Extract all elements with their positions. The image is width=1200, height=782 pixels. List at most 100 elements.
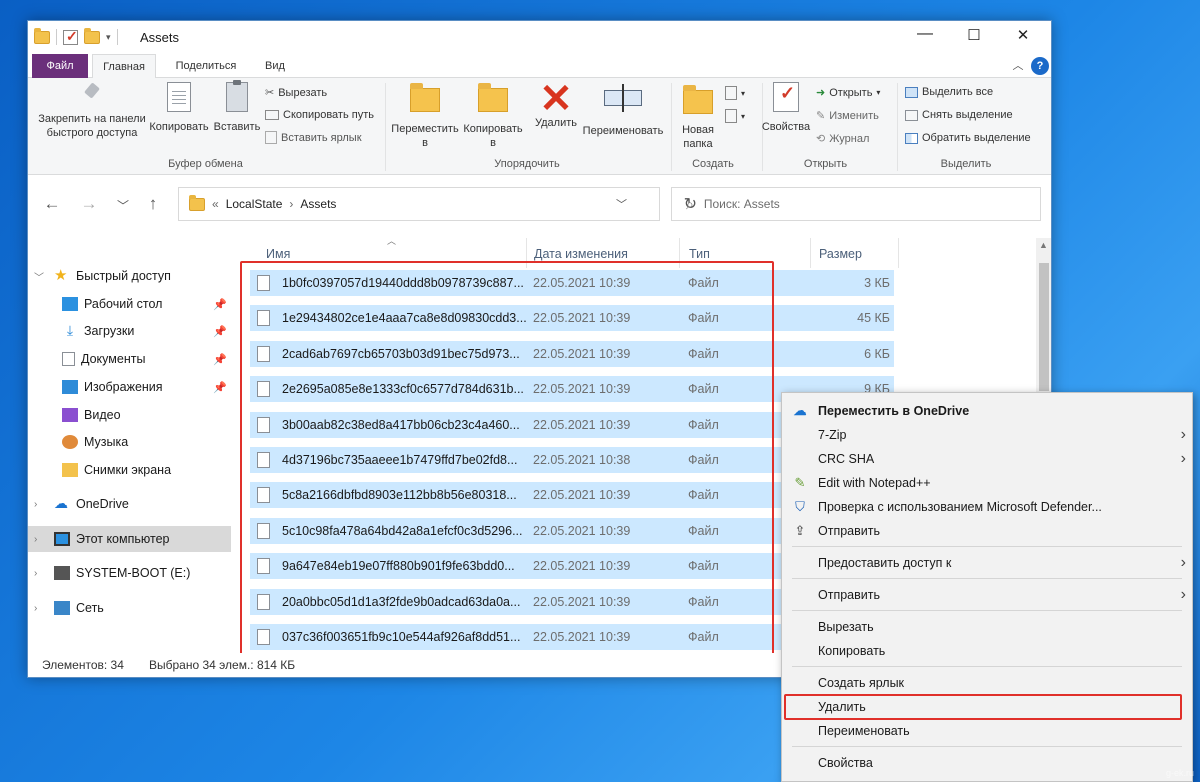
search-input[interactable]: Поиск: Assets — [704, 197, 780, 211]
scroll-thumb[interactable] — [1039, 263, 1049, 391]
breadcrumb-overflow[interactable]: « — [212, 197, 219, 211]
nav-system-boot[interactable]: › SYSTEM-BOOT (E:) — [28, 560, 231, 586]
nav-network[interactable]: › Сеть — [28, 595, 231, 621]
nav-music[interactable]: Музыка — [28, 429, 231, 455]
chevron-right-icon: › — [1180, 586, 1186, 603]
breadcrumb-assets[interactable]: Assets — [300, 197, 336, 211]
menu-move-onedrive[interactable]: ☁ Переместить в OneDrive — [782, 399, 1192, 423]
edit-button[interactable]: ✎ Изменить — [816, 109, 879, 123]
select-none-icon — [905, 109, 918, 121]
file-size: 45 КБ — [857, 311, 890, 325]
menu-rename[interactable]: Переименовать — [782, 719, 1192, 743]
maximize-button[interactable]: ☐ — [950, 21, 998, 53]
address-dropdown-icon[interactable]: ﹀ — [616, 196, 627, 212]
nav-pictures[interactable]: Изображения 📌 — [28, 374, 231, 400]
properties-button[interactable]: Свойства — [761, 82, 811, 134]
edit-icon: ✎ — [816, 110, 826, 122]
new-folder-icon[interactable] — [84, 27, 100, 44]
nav-quick-access[interactable]: ﹀ ★ Быстрый доступ — [28, 263, 231, 289]
copy-button[interactable]: Копировать — [146, 82, 212, 134]
open-button[interactable]: ➜ Открыть ▾ — [816, 86, 880, 100]
close-button[interactable]: ✕ — [999, 21, 1047, 53]
menu-cut[interactable]: Вырезать — [782, 615, 1192, 639]
nav-this-pc[interactable]: › Этот компьютер — [28, 526, 231, 552]
nav-downloads[interactable]: ⤓ Загрузки 📌 — [28, 318, 231, 344]
properties-check-icon[interactable] — [63, 28, 78, 45]
menu-give-access[interactable]: Предоставить доступ к › — [782, 551, 1192, 575]
history-button[interactable]: ⟲ Журнал — [816, 132, 869, 146]
expand-chevron-icon[interactable]: › — [34, 499, 37, 510]
recent-locations-icon[interactable]: ﹀ — [111, 197, 135, 214]
copy-to-button[interactable]: Копировать в — [461, 82, 525, 150]
address-bar[interactable]: « LocalState › Assets ﹀ ↻ — [178, 187, 697, 221]
chevron-right-icon: › — [1180, 450, 1186, 467]
menu-7zip[interactable]: 7-Zip › — [782, 423, 1192, 447]
paste-button[interactable]: Вставить — [212, 80, 262, 134]
select-none-button[interactable]: Снять выделение — [905, 109, 1013, 121]
column-date[interactable]: Дата изменения — [534, 247, 628, 261]
forward-arrow-icon[interactable]: → — [77, 194, 101, 214]
title-bar: ▾ Assets — ☐ ✕ — [28, 21, 1051, 53]
select-all-button[interactable]: Выделить все — [905, 86, 993, 98]
scroll-up-icon[interactable]: ▲ — [1039, 240, 1048, 250]
tab-view[interactable]: Вид — [258, 54, 292, 78]
column-type[interactable]: Тип — [689, 247, 710, 261]
breadcrumb-localstate[interactable]: LocalState — [226, 197, 283, 211]
menu-create-shortcut[interactable]: Создать ярлык — [782, 671, 1192, 695]
rename-button[interactable]: Переименовать — [580, 82, 666, 138]
tab-share[interactable]: Поделиться — [168, 54, 244, 78]
menu-notepad[interactable]: ✎ Edit with Notepad++ — [782, 471, 1192, 495]
computer-icon — [54, 532, 70, 546]
select-none-label: Снять выделение — [922, 109, 1013, 121]
help-icon[interactable]: ? — [1031, 57, 1049, 75]
menu-crc-sha[interactable]: CRC SHA › — [782, 447, 1192, 471]
nav-onedrive[interactable]: › ☁ OneDrive — [28, 491, 231, 517]
tab-file[interactable]: Файл — [32, 54, 88, 78]
nav-label: Видео — [84, 408, 121, 422]
new-folder-button[interactable]: Новая папка — [676, 82, 720, 151]
context-menu: ☁ Переместить в OneDrive 7-Zip › CRC SHA › … — [781, 392, 1193, 782]
back-arrow-icon[interactable]: ← — [40, 194, 64, 214]
menu-label: Создать ярлык — [818, 676, 905, 690]
new-item-button[interactable]: ▾ — [725, 86, 745, 100]
pin-quick-access-button[interactable]: Закрепить на панели быстрого доступа — [33, 82, 151, 140]
menu-copy[interactable]: Копировать — [782, 639, 1192, 663]
move-to-button[interactable]: Переместить в — [390, 82, 460, 150]
column-name[interactable]: Имя — [266, 247, 290, 261]
menu-send-to[interactable]: Отправить › — [782, 583, 1192, 607]
cut-button[interactable]: ✂ Вырезать — [265, 86, 327, 100]
expand-chevron-icon[interactable]: › — [34, 603, 37, 614]
column-divider[interactable] — [898, 238, 899, 268]
collapse-ribbon-icon[interactable]: ︿ — [1010, 54, 1026, 78]
up-arrow-icon[interactable]: ↑ — [141, 194, 165, 214]
tab-home[interactable]: Главная — [92, 54, 156, 79]
rename-icon — [604, 84, 642, 112]
nav-video[interactable]: Видео — [28, 402, 231, 428]
easy-access-button[interactable]: ▾ — [725, 109, 745, 123]
menu-send[interactable]: ⇪ Отправить — [782, 519, 1192, 543]
expand-chevron-icon[interactable]: › — [34, 534, 37, 545]
invert-selection-icon — [905, 132, 918, 144]
menu-defender[interactable]: ⛉ Проверка с использованием Microsoft Def… — [782, 495, 1192, 519]
nav-label: SYSTEM-BOOT (E:) — [76, 566, 191, 580]
menu-label: Предоставить доступ к — [818, 556, 952, 570]
divider — [897, 83, 898, 171]
search-box[interactable]: ⌕ Поиск: Assets — [671, 187, 1041, 221]
nav-desktop[interactable]: Рабочий стол 📌 — [28, 291, 231, 317]
delete-ribbon-button[interactable]: ✕ Удалить — [532, 79, 580, 130]
nav-documents[interactable]: Документы 📌 — [28, 346, 231, 372]
nav-screenshots[interactable]: Снимки экрана — [28, 457, 231, 483]
column-divider[interactable] — [810, 238, 811, 268]
minimize-button[interactable]: — — [901, 21, 949, 51]
expand-chevron-icon[interactable]: ﹀ — [34, 269, 44, 284]
column-size[interactable]: Размер — [819, 247, 862, 261]
expand-chevron-icon[interactable]: › — [34, 568, 37, 579]
paste-shortcut-button[interactable]: Вставить ярлык — [265, 131, 362, 144]
copy-path-button[interactable]: Скопировать путь — [265, 109, 374, 121]
customize-toolbar-icon[interactable]: ▾ — [106, 32, 111, 43]
breadcrumb-separator[interactable]: › — [289, 197, 293, 211]
menu-properties[interactable]: Свойства — [782, 751, 1192, 775]
invert-selection-button[interactable]: Обратить выделение — [905, 132, 1031, 144]
paste-label: Вставить — [213, 121, 261, 133]
nav-label: Музыка — [84, 435, 129, 449]
